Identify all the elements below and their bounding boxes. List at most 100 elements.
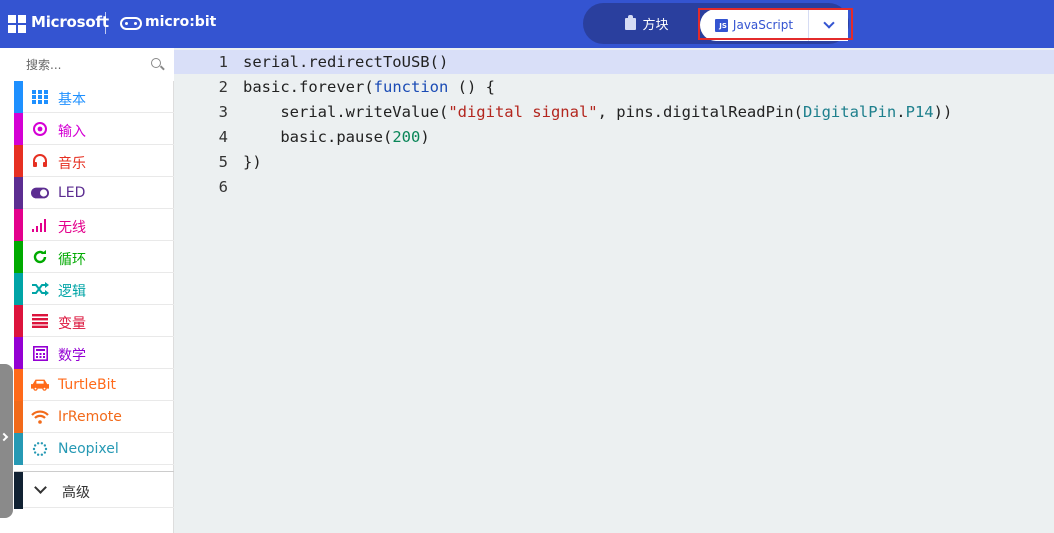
product-name[interactable]: micro:bit: [145, 14, 216, 30]
code-token: )): [933, 103, 953, 121]
headphones-icon: [31, 152, 49, 170]
category-音乐[interactable]: 音乐: [14, 145, 174, 177]
category-irremote[interactable]: IrRemote: [14, 401, 174, 433]
toolbox-collapse-handle[interactable]: [0, 364, 13, 518]
javascript-tab: JS JavaScript: [700, 9, 848, 41]
category-color-bar: [14, 401, 23, 433]
code-token: ): [420, 128, 430, 146]
category-label: TurtleBit: [58, 377, 117, 393]
category-label: 数学: [58, 348, 86, 364]
category-label: LED: [58, 185, 86, 201]
shuffle-icon: [31, 280, 49, 298]
editor-toggle: 方块 JS JavaScript: [583, 3, 849, 44]
category-数学[interactable]: 数学: [14, 337, 174, 369]
code-token: () {: [448, 78, 495, 96]
advanced-label: 高级: [62, 485, 90, 501]
category-color-bar: [14, 241, 23, 273]
category-label: Neopixel: [58, 441, 119, 457]
line-number: 2: [218, 78, 228, 96]
list-icon: [31, 312, 49, 330]
category-label: 变量: [58, 316, 86, 332]
category-led[interactable]: LED: [14, 177, 174, 209]
category-color-bar: [14, 209, 23, 241]
car-icon: [31, 376, 49, 394]
category-color-bar: [14, 337, 23, 369]
javascript-button[interactable]: JS JavaScript: [700, 9, 808, 41]
blocks-label: 方块: [642, 18, 669, 33]
category-无线[interactable]: 无线: [14, 209, 174, 241]
category-label: 输入: [58, 124, 86, 140]
toolbox-sidebar: 基本输入音乐 LED 无线循环逻辑变量数学 TurtleBit IrRemote Neop…: [0, 48, 174, 533]
top-header: Microsoft micro:bit 方块 JS JavaScript: [0, 0, 1054, 48]
code-token: serial.redirectToUSB(): [243, 53, 449, 71]
code-token: "digital signal": [448, 103, 598, 121]
category-label: 音乐: [58, 156, 86, 172]
code-line: 6: [174, 175, 1054, 200]
line-number: 3: [218, 103, 228, 121]
microbit-icon[interactable]: [120, 17, 142, 30]
code-text: basic.pause(200): [243, 125, 430, 150]
code-token: 200: [392, 128, 421, 146]
dots-circle-icon: [31, 440, 49, 458]
grid-icon: [31, 88, 49, 106]
advanced-color-bar: [14, 472, 23, 509]
category-turtlebit[interactable]: TurtleBit: [14, 369, 174, 401]
code-token: basic.pause(: [243, 128, 393, 146]
chevron-right-icon: [0, 432, 9, 442]
code-text: basic.forever(function () {: [243, 75, 495, 100]
code-token: }): [243, 153, 262, 171]
category-label: 逻辑: [58, 284, 86, 300]
signal-icon: [31, 216, 49, 234]
category-color-bar: [14, 177, 23, 209]
category-label: IrRemote: [58, 409, 122, 425]
code-line: 3 serial.writeValue("digital signal", pi…: [174, 100, 1054, 125]
search-icon[interactable]: [151, 58, 161, 68]
javascript-label: JavaScript: [732, 18, 794, 32]
line-number: 5: [218, 153, 228, 171]
category-变量[interactable]: 变量: [14, 305, 174, 337]
language-dropdown-button[interactable]: [810, 9, 848, 41]
category-color-bar: [14, 113, 23, 145]
javascript-separator: [808, 9, 809, 41]
category-label: 无线: [58, 220, 86, 236]
category-循环[interactable]: 循环: [14, 241, 174, 273]
code-token: P14: [905, 103, 934, 121]
search-input[interactable]: [14, 48, 174, 81]
category-label: 基本: [58, 92, 86, 108]
code-line: 5}): [174, 150, 1054, 175]
blocks-tab[interactable]: 方块: [583, 3, 711, 44]
category-输入[interactable]: 输入: [14, 113, 174, 145]
toggle-icon: [31, 184, 49, 202]
code-text: serial.redirectToUSB(): [243, 50, 448, 75]
line-number: 4: [218, 128, 228, 146]
code-text: serial.writeValue("digital signal", pins…: [243, 100, 952, 125]
code-token: serial.writeValue(: [243, 103, 449, 121]
line-number: 1: [218, 53, 228, 71]
puzzle-icon: [625, 14, 637, 30]
code-line: 4 basic.pause(200): [174, 125, 1054, 150]
advanced-category[interactable]: 高级: [14, 471, 174, 509]
code-text: }): [243, 150, 262, 175]
js-file-icon: JS: [714, 18, 728, 32]
category-逻辑[interactable]: 逻辑: [14, 273, 174, 305]
category-color-bar: [14, 145, 23, 177]
microsoft-logo-icon[interactable]: [8, 15, 26, 33]
code-editor[interactable]: 1 serial.redirectToUSB() 2 basic.forever(fu…: [174, 48, 1054, 533]
code-token: function: [373, 78, 449, 96]
category-color-bar: [14, 305, 23, 337]
category-基本[interactable]: 基本: [14, 81, 174, 113]
category-color-bar: [14, 81, 23, 113]
code-token: .: [896, 103, 906, 121]
category-color-bar: [14, 273, 23, 305]
category-neopixel[interactable]: Neopixel: [14, 433, 174, 465]
wifi-icon: [31, 408, 49, 426]
code-line: 1 serial.redirectToUSB(): [174, 50, 1054, 75]
category-color-bar: [14, 369, 23, 401]
chevron-down-icon: [823, 16, 835, 29]
refresh-icon: [31, 248, 49, 266]
line-number: 6: [218, 178, 228, 196]
code-token: basic.forever(: [243, 78, 374, 96]
code-token: , pins.digitalReadPin(: [597, 103, 803, 121]
brand-name[interactable]: Microsoft: [31, 13, 109, 31]
header-divider: [105, 12, 106, 34]
